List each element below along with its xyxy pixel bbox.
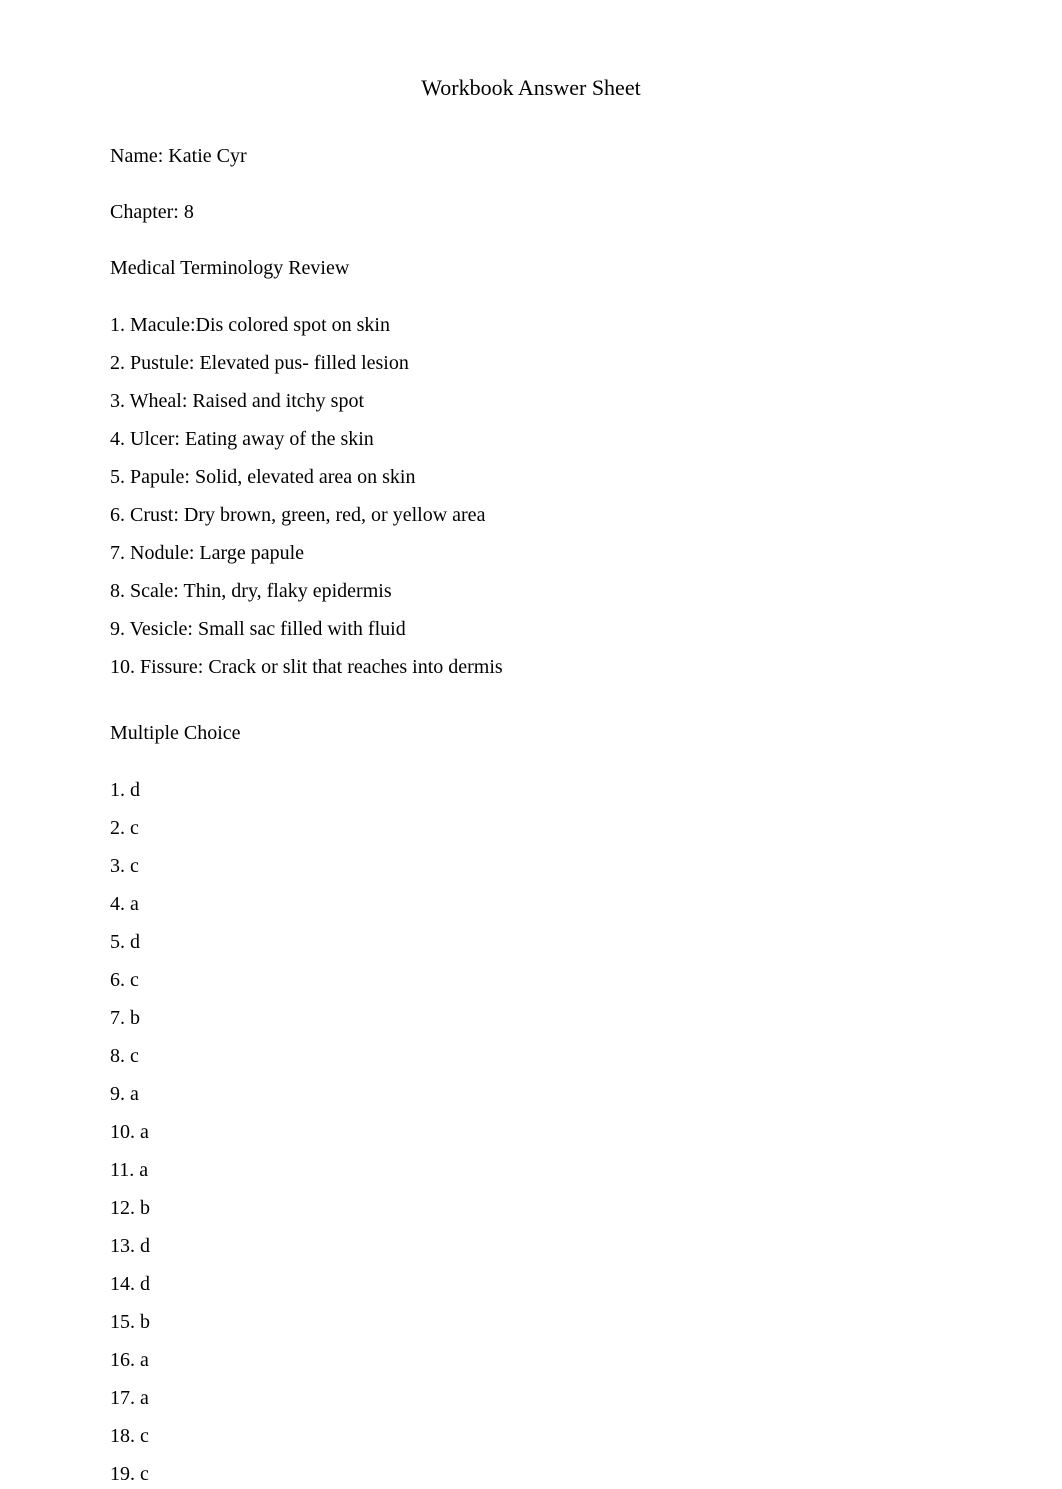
terminology-item: 1. Macule:Dis colored spot on skin — [110, 311, 952, 340]
terminology-item: 7. Nodule: Large papule — [110, 539, 952, 568]
mc-item: 8. c — [110, 1042, 952, 1071]
mc-item: 3. c — [110, 852, 952, 881]
mc-item: 7. b — [110, 1004, 952, 1033]
multiple-choice-heading: Multiple Choice — [110, 719, 952, 748]
mc-item: 16. a — [110, 1346, 952, 1375]
terminology-item: 9. Vesicle: Small sac filled with fluid — [110, 615, 952, 644]
mc-item: 9. a — [110, 1080, 952, 1109]
mc-item: 11. a — [110, 1156, 952, 1185]
mc-item: 4. a — [110, 890, 952, 919]
mc-item: 5. d — [110, 928, 952, 957]
terminology-item: 4. Ulcer: Eating away of the skin — [110, 425, 952, 454]
terminology-item: 2. Pustule: Elevated pus- filled lesion — [110, 349, 952, 378]
name-line: Name: Katie Cyr — [110, 142, 952, 171]
mc-item: 13. d — [110, 1232, 952, 1261]
terminology-item: 8. Scale: Thin, dry, flaky epidermis — [110, 577, 952, 606]
mc-item: 14. d — [110, 1270, 952, 1299]
mc-item: 1. d — [110, 776, 952, 805]
mc-item: 2. c — [110, 814, 952, 843]
page-title: Workbook Answer Sheet — [110, 72, 952, 104]
mc-item: 12. b — [110, 1194, 952, 1223]
terminology-item: 5. Papule: Solid, elevated area on skin — [110, 463, 952, 492]
chapter-line: Chapter: 8 — [110, 198, 952, 227]
mc-item: 15. b — [110, 1308, 952, 1337]
mc-item: 19. c — [110, 1460, 952, 1489]
mc-item: 10. a — [110, 1118, 952, 1147]
mc-item: 6. c — [110, 966, 952, 995]
terminology-item: 3. Wheal: Raised and itchy spot — [110, 387, 952, 416]
mc-item: 18. c — [110, 1422, 952, 1451]
terminology-heading: Medical Terminology Review — [110, 254, 952, 283]
terminology-item: 10. Fissure: Crack or slit that reaches … — [110, 653, 952, 682]
mc-item: 17. a — [110, 1384, 952, 1413]
terminology-item: 6. Crust: Dry brown, green, red, or yell… — [110, 501, 952, 530]
